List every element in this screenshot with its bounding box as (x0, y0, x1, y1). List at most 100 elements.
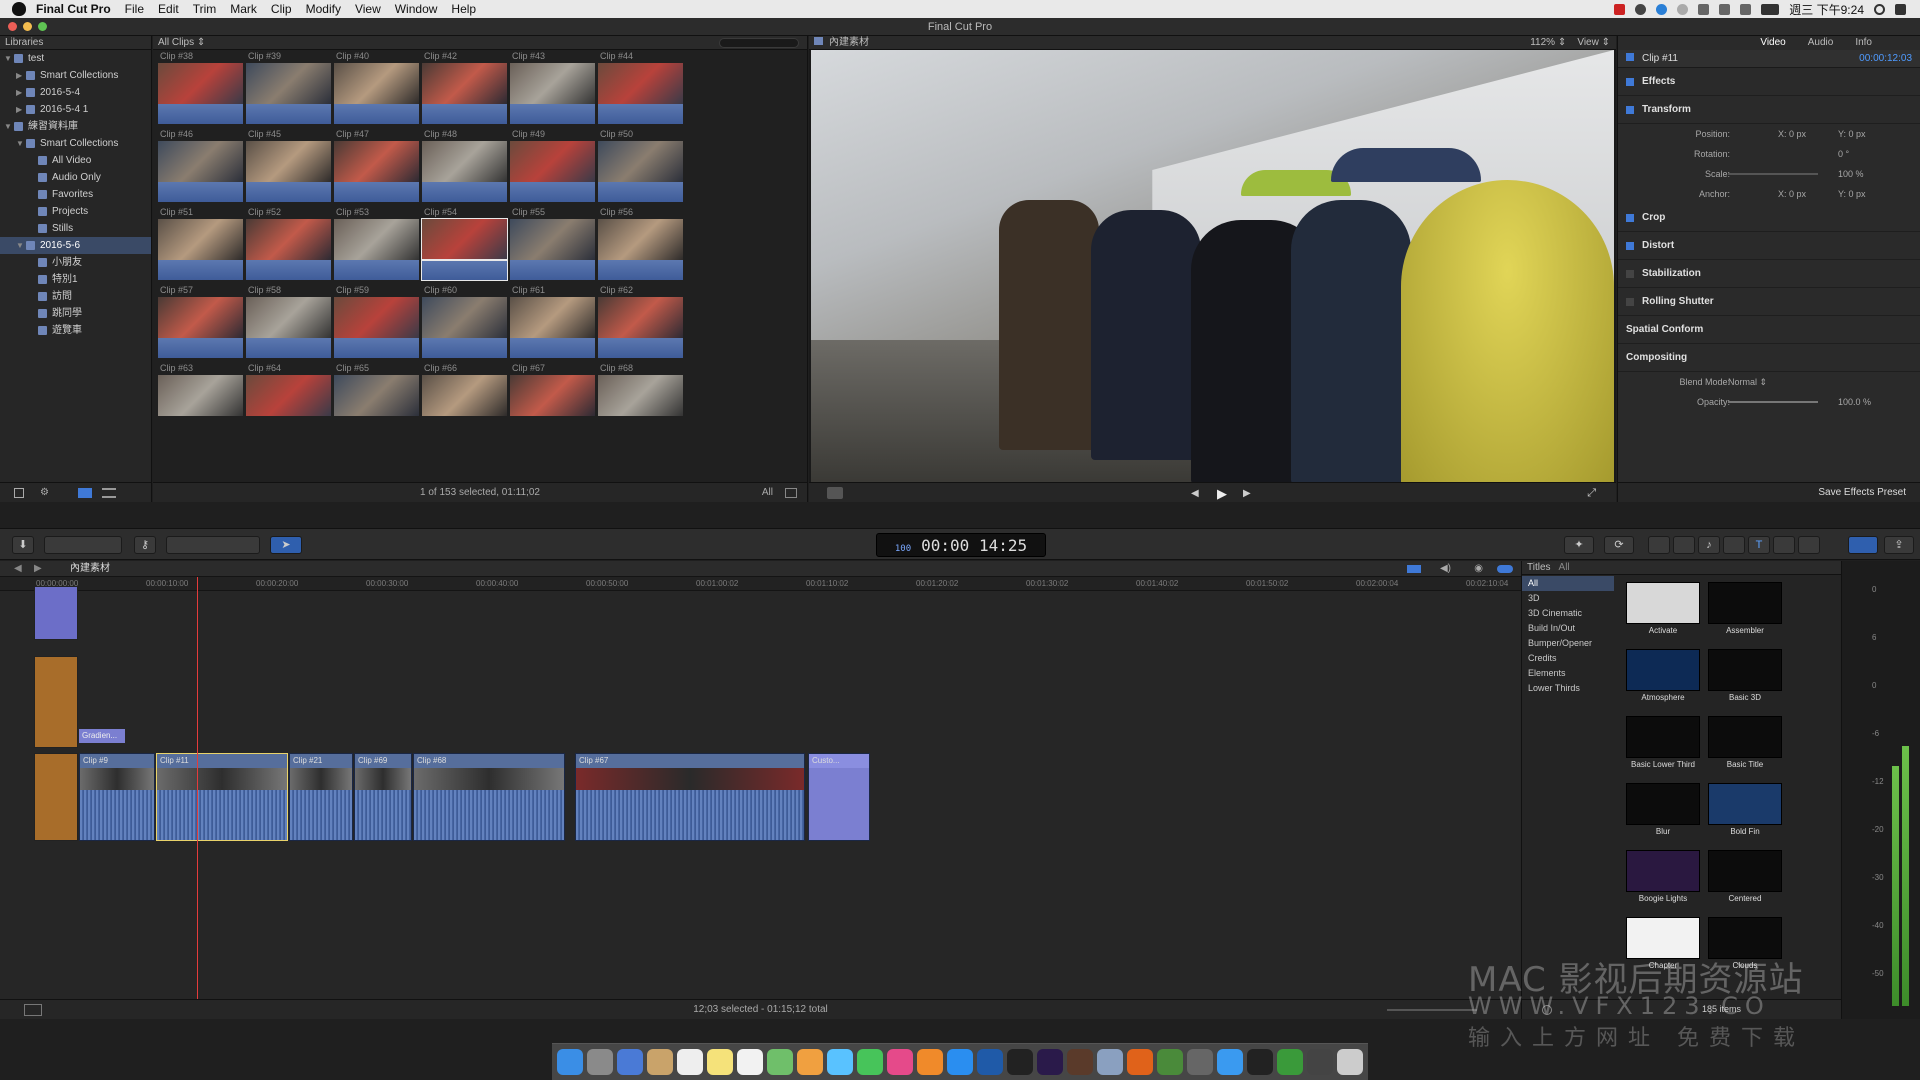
trash-icon[interactable] (1337, 1049, 1363, 1075)
ibooks-icon[interactable] (917, 1049, 943, 1075)
enable-checkbox[interactable] (1626, 297, 1634, 306)
library-item[interactable]: 小朋友 (0, 254, 151, 271)
activity-monitor-icon[interactable] (1247, 1049, 1273, 1075)
crop-section[interactable]: Crop (1618, 204, 1920, 232)
timeline-clip[interactable]: Clip #11 (156, 753, 288, 841)
scale-field[interactable]: 100 % (1838, 164, 1864, 184)
playhead[interactable] (197, 577, 198, 1019)
sync-status-icon[interactable] (1656, 3, 1668, 15)
opacity-field[interactable]: 100.0 % (1838, 392, 1871, 412)
browser-clip[interactable]: Clip #60 (421, 284, 518, 362)
reminders-icon[interactable] (737, 1049, 763, 1075)
menu-trim[interactable]: Trim (193, 2, 217, 16)
app-menu[interactable]: Final Cut Pro (36, 2, 111, 16)
title-category[interactable]: Elements (1522, 666, 1614, 681)
timeline-index-icon[interactable] (24, 1004, 42, 1016)
menu-view[interactable]: View (355, 2, 381, 16)
battery-icon[interactable] (1761, 3, 1780, 15)
keyword-rating-buttons[interactable] (44, 536, 122, 554)
menu-edit[interactable]: Edit (158, 2, 179, 16)
browser-clip[interactable]: Clip #45 (245, 128, 342, 206)
inspector-tab-video[interactable]: Video (1760, 36, 1785, 50)
blend-mode-popup[interactable]: Normal ⇕ (1728, 372, 1767, 392)
browser-clip[interactable]: Clip #66 (421, 362, 518, 440)
anchor-x-field[interactable]: X: 0 px (1778, 184, 1806, 204)
title-tile[interactable]: Basic Title (1708, 716, 1782, 774)
disclosure-triangle-icon[interactable]: ▼ (16, 135, 24, 152)
browser-clip[interactable]: Clip #63 (157, 362, 254, 440)
browser-clip[interactable]: Clip #58 (245, 284, 342, 362)
enhancements-button[interactable]: ✦ (1564, 536, 1594, 554)
maps-icon[interactable] (767, 1049, 793, 1075)
browser-clip[interactable]: Clip #39 (245, 50, 342, 128)
fullscreen-icon[interactable]: ⤢ (1587, 487, 1596, 500)
spatial-conform-section[interactable]: Spatial Conform (1618, 316, 1920, 344)
library-item[interactable]: ▶ 2016-5-4 1 (0, 101, 151, 118)
select-tool-button[interactable]: ➤ (270, 536, 302, 554)
record-status-icon[interactable] (1614, 3, 1626, 15)
library-item[interactable]: 訪問 (0, 288, 151, 305)
enable-checkbox[interactable] (1626, 105, 1634, 114)
browser-clip[interactable]: Clip #52 (245, 206, 342, 284)
title-category[interactable]: 3D Cinematic (1522, 606, 1614, 621)
scale-slider[interactable] (1728, 173, 1818, 175)
clip-appearance-icon[interactable] (785, 488, 797, 498)
effects-browser-button[interactable] (1648, 536, 1670, 554)
browser-clip[interactable]: Clip #43 (509, 50, 606, 128)
library-item[interactable]: 跳同學 (0, 305, 151, 322)
premiere-icon[interactable] (1037, 1049, 1063, 1075)
inspector-toggle-button[interactable] (1848, 536, 1878, 554)
browser-clip[interactable]: Clip #57 (157, 284, 254, 362)
app-store-icon[interactable] (947, 1049, 973, 1075)
library-item[interactable]: ▼ test (0, 50, 151, 67)
final-cut-icon[interactable] (1007, 1049, 1033, 1075)
themes-browser-button[interactable] (1798, 536, 1820, 554)
disclosure-triangle-icon[interactable]: ▶ (16, 101, 24, 118)
anchor-y-field[interactable]: Y: 0 px (1838, 184, 1866, 204)
edit-mode-buttons[interactable] (166, 536, 260, 554)
share-button[interactable]: ⇪ (1884, 536, 1914, 554)
viewer-zoom-popup[interactable]: 112% ⇕ (1530, 37, 1566, 48)
import-media-button[interactable]: ⬇ (12, 536, 34, 554)
menu-file[interactable]: File (125, 2, 144, 16)
gear-icon[interactable]: ⚙ (40, 488, 54, 498)
safari-icon[interactable] (1217, 1049, 1243, 1075)
zoom-window-button[interactable] (38, 22, 47, 31)
rolling-shutter-section[interactable]: Rolling Shutter (1618, 288, 1920, 316)
enable-checkbox[interactable] (1626, 77, 1634, 86)
itunes-icon[interactable] (887, 1049, 913, 1075)
browser-clip[interactable]: Clip #65 (333, 362, 430, 440)
title-tile[interactable]: Blur (1626, 783, 1700, 841)
inspector-tab-info[interactable]: Info (1855, 36, 1872, 50)
inspector-tab-audio[interactable]: Audio (1808, 36, 1834, 50)
camera-status-icon[interactable] (1635, 3, 1647, 15)
titles-filter[interactable]: All (1559, 561, 1570, 574)
camtasia-icon[interactable] (1277, 1049, 1303, 1075)
clip-filter-popup[interactable]: All Clips ⇕ (158, 36, 205, 49)
title-tile[interactable]: Basic 3D (1708, 649, 1782, 707)
library-item[interactable]: ▼ Smart Collections (0, 135, 151, 152)
title-tile[interactable]: Activate (1626, 582, 1700, 640)
opacity-slider[interactable] (1728, 401, 1818, 403)
messages-icon[interactable] (827, 1049, 853, 1075)
wifi-icon[interactable] (1719, 3, 1731, 15)
previous-frame-icon[interactable]: ◀ (1191, 488, 1199, 499)
primary-clip[interactable] (34, 753, 78, 841)
enable-checkbox[interactable] (1626, 241, 1634, 250)
apple-menu-icon[interactable] (12, 2, 26, 16)
browser-clip[interactable]: Clip #48 (421, 128, 518, 206)
transform-section[interactable]: Transform (1618, 96, 1920, 124)
browser-clip[interactable]: Clip #50 (597, 128, 694, 206)
title-tile[interactable]: Bold Fin (1708, 783, 1782, 841)
browser-clip[interactable]: Clip #46 (157, 128, 254, 206)
library-item[interactable]: Favorites (0, 186, 151, 203)
library-item[interactable]: ▶ 2016-5-4 (0, 84, 151, 101)
snapping-icon[interactable] (1497, 565, 1513, 573)
video-frame[interactable] (811, 50, 1614, 484)
browser-clip[interactable]: Clip #61 (509, 284, 606, 362)
save-effects-preset-button[interactable]: Save Effects Preset (1818, 487, 1906, 498)
play-icon[interactable]: ▶ (1217, 486, 1227, 502)
volume-icon[interactable] (1740, 3, 1752, 15)
browser-clip[interactable]: Clip #54 (421, 206, 518, 284)
connected-clip[interactable] (34, 586, 78, 640)
